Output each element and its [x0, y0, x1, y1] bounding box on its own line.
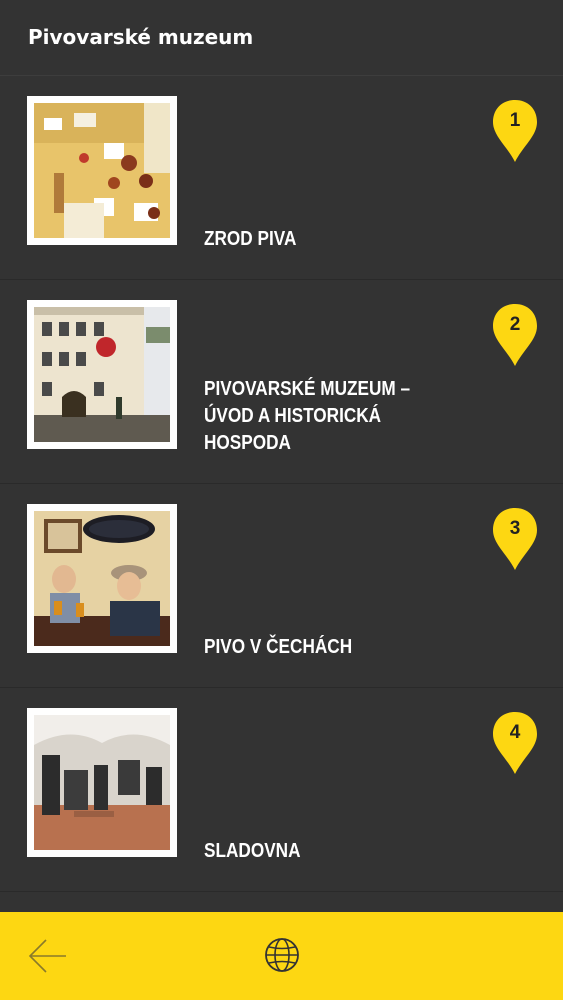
- pin-number: 3: [509, 518, 521, 539]
- exhibit-title: PIVO V ČECHÁCH: [204, 636, 353, 658]
- exhibit-item-3[interactable]: 3 PIVO V ČECHÁCH: [0, 484, 563, 688]
- exhibit-list: 1 ZROD PIVA 2 PIVOVARSKÉ MUZEUM – ÚVOD A…: [0, 76, 563, 892]
- exhibit-item-4[interactable]: 4 SLADOVNA: [0, 688, 563, 892]
- globe-icon: [265, 938, 299, 972]
- exhibit-title: SLADOVNA: [204, 840, 301, 862]
- exhibit-item-2[interactable]: 2 PIVOVARSKÉ MUZEUM – ÚVOD A HISTORICKÁ …: [0, 280, 563, 484]
- exhibit-title: PIVOVARSKÉ MUZEUM – ÚVOD A HISTORICKÁ HO…: [204, 378, 411, 454]
- pin-number: 2: [509, 314, 521, 335]
- pin-number: 1: [509, 110, 521, 131]
- location-pin: 1: [491, 98, 539, 164]
- back-button[interactable]: [28, 938, 68, 974]
- location-pin: 4: [491, 710, 539, 776]
- exhibit-thumbnail: [27, 96, 177, 245]
- bottom-bar: [0, 912, 563, 1000]
- exhibit-item-1[interactable]: 1 ZROD PIVA: [0, 76, 563, 280]
- location-pin: 2: [491, 302, 539, 368]
- arrow-left-icon: [28, 939, 66, 973]
- exhibit-thumbnail: [27, 300, 177, 449]
- language-button[interactable]: [263, 936, 301, 974]
- app-header: Pivovarské muzeum: [0, 0, 563, 76]
- exhibit-thumbnail: [27, 708, 177, 857]
- exhibit-thumbnail: [27, 504, 177, 653]
- exhibit-title: ZROD PIVA: [204, 228, 297, 250]
- pin-number: 4: [509, 722, 521, 743]
- page-title: Pivovarské muzeum: [28, 25, 254, 49]
- location-pin: 3: [491, 506, 539, 572]
